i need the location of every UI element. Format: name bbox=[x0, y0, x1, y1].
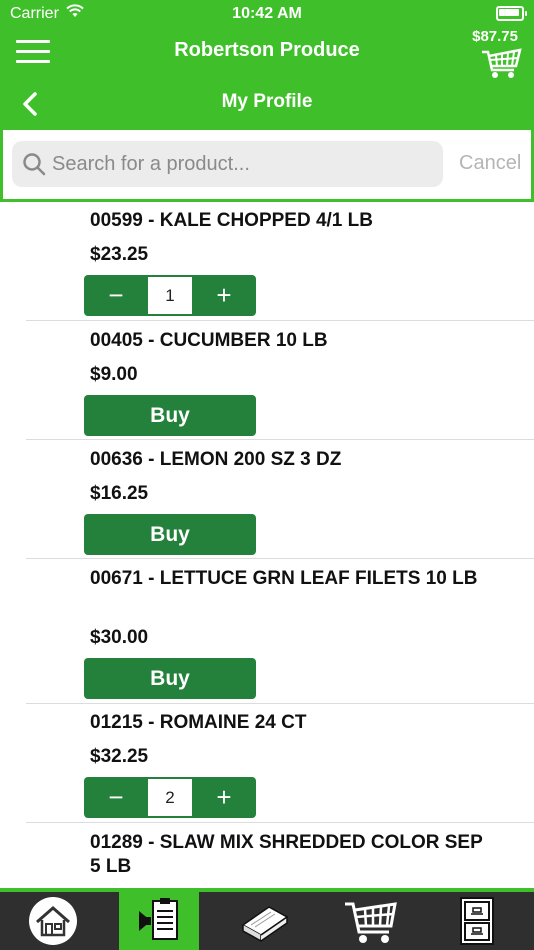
status-bar: Carrier 10:42 AM bbox=[0, 0, 534, 28]
search-input[interactable] bbox=[52, 141, 432, 187]
cart-icon[interactable] bbox=[480, 46, 522, 80]
list-item: 01215 - ROMAINE 24 CT $32.25 − 2 + bbox=[26, 704, 534, 823]
battery-icon bbox=[496, 6, 527, 21]
cancel-button[interactable]: Cancel bbox=[459, 152, 521, 175]
increase-quantity-button[interactable]: + bbox=[192, 275, 256, 316]
file-cabinet-icon bbox=[460, 897, 494, 945]
list-item: 00636 - LEMON 200 SZ 3 DZ $16.25 Buy bbox=[26, 440, 534, 559]
quantity-stepper: − 1 + bbox=[84, 275, 256, 316]
list-item: 00405 - CUCUMBER 10 LB $9.00 Buy bbox=[26, 321, 534, 440]
decrease-quantity-button[interactable]: − bbox=[84, 275, 148, 316]
cart-total[interactable]: $87.75 bbox=[472, 28, 518, 45]
top-navigation-bar: Carrier 10:42 AM Robertson Produce $87.7… bbox=[0, 0, 534, 130]
list-item: 00671 - LETTUCE GRN LEAF FILETS 10 LB $3… bbox=[26, 559, 534, 704]
search-icon bbox=[23, 153, 46, 176]
product-name: 00405 - CUCUMBER 10 LB bbox=[90, 330, 328, 351]
catalog-book-icon bbox=[241, 906, 289, 943]
product-name: 01289 - SLAW MIX SHREDDED COLOR SEP 5 LB bbox=[90, 832, 483, 877]
decrease-quantity-button[interactable]: − bbox=[84, 777, 148, 818]
product-price: $9.00 bbox=[90, 364, 138, 385]
list-item: 00599 - KALE CHOPPED 4/1 LB $23.25 − 1 + bbox=[26, 202, 534, 321]
quantity-stepper: − 2 + bbox=[84, 777, 256, 818]
shopping-cart-icon bbox=[345, 902, 397, 943]
tab-order-guide[interactable] bbox=[119, 892, 199, 950]
tab-home[interactable] bbox=[13, 892, 93, 950]
product-name: 00599 - KALE CHOPPED 4/1 LB bbox=[90, 210, 373, 231]
product-name: 00636 - LEMON 200 SZ 3 DZ bbox=[90, 449, 342, 470]
app-title: Robertson Produce bbox=[174, 39, 360, 61]
increase-quantity-button[interactable]: + bbox=[192, 777, 256, 818]
tab-files[interactable] bbox=[437, 892, 517, 950]
clock: 10:42 AM bbox=[232, 5, 302, 22]
search-box[interactable] bbox=[12, 141, 443, 187]
product-name: 00671 - LETTUCE GRN LEAF FILETS 10 LB bbox=[90, 568, 478, 589]
page-title: My Profile bbox=[221, 91, 313, 112]
tab-catalog[interactable] bbox=[225, 892, 305, 950]
product-price: $23.25 bbox=[90, 244, 149, 265]
bottom-tab-bar bbox=[0, 888, 534, 950]
product-price: $16.25 bbox=[90, 483, 149, 504]
buy-button[interactable]: Buy bbox=[84, 395, 256, 436]
tab-cart[interactable] bbox=[331, 892, 411, 950]
quantity-value[interactable]: 1 bbox=[148, 277, 192, 314]
product-price: $30.00 bbox=[90, 627, 149, 648]
quantity-value[interactable]: 2 bbox=[148, 779, 192, 816]
buy-button[interactable]: Buy bbox=[84, 514, 256, 555]
product-name: 01215 - ROMAINE 24 CT bbox=[90, 712, 307, 733]
search-bar: Cancel bbox=[0, 130, 534, 202]
home-icon bbox=[29, 897, 77, 945]
order-guide-icon bbox=[139, 898, 178, 940]
buy-button[interactable]: Buy bbox=[84, 658, 256, 699]
product-price: $32.25 bbox=[90, 746, 149, 767]
product-list: 00599 - KALE CHOPPED 4/1 LB $23.25 − 1 +… bbox=[0, 202, 534, 903]
